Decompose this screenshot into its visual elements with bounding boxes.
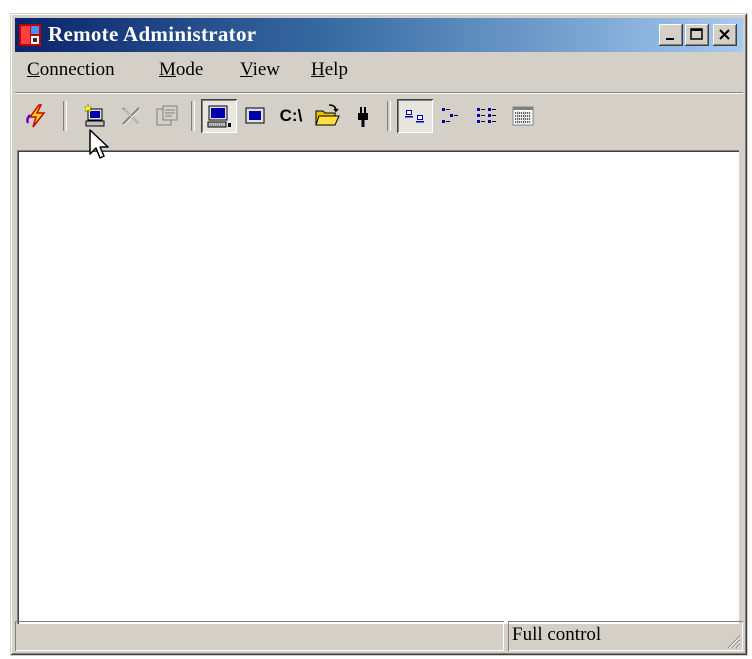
toolbar-separator (387, 101, 391, 131)
app-icon (19, 24, 41, 46)
small-icons-view-button[interactable] (433, 99, 469, 133)
view-only-icon (245, 107, 265, 124)
list-view-icon (477, 108, 496, 123)
delete-button[interactable] (113, 99, 149, 133)
status-bar-mode: Full control (508, 621, 743, 651)
add-connection-button[interactable] (77, 99, 113, 133)
properties-button[interactable] (149, 99, 185, 133)
connect-icon (26, 104, 46, 128)
menu-connection[interactable]: Connection (27, 59, 115, 81)
view-only-button[interactable] (237, 99, 273, 133)
resize-grip-icon[interactable] (725, 633, 741, 649)
minimize-button[interactable] (659, 24, 683, 46)
app-window: Remote Administrator Connection Mode Vie… (10, 13, 748, 656)
add-connection-icon (83, 103, 105, 127)
title-bar[interactable]: Remote Administrator (15, 18, 743, 52)
shutdown-button[interactable] (345, 99, 381, 133)
full-control-button[interactable] (201, 99, 237, 133)
list-view-button[interactable] (469, 99, 505, 133)
file-transfer-icon (315, 104, 340, 126)
delete-icon (122, 107, 141, 126)
toolbar: C:\ (15, 92, 743, 137)
window-title: Remote Administrator (48, 22, 257, 46)
close-button[interactable] (713, 24, 737, 46)
file-transfer-button[interactable] (309, 99, 345, 133)
connect-button[interactable] (19, 99, 55, 133)
toolbar-separator (63, 101, 67, 131)
menu-help[interactable]: Help (311, 59, 348, 81)
minimize-icon (666, 38, 674, 40)
shutdown-icon (358, 107, 368, 127)
menu-bar: Connection Mode View Help (15, 56, 743, 84)
small-icons-view-icon (442, 108, 458, 123)
details-view-icon (512, 106, 534, 126)
menu-view[interactable]: View (240, 59, 280, 81)
telnet-icon: C:\ (279, 106, 303, 125)
large-icons-view-button[interactable] (397, 99, 433, 133)
toolbar-separator (191, 101, 195, 131)
status-mode-label: Full control (512, 624, 602, 645)
details-view-button[interactable] (505, 99, 541, 133)
large-icons-view-icon (405, 110, 424, 123)
close-icon (719, 29, 730, 40)
maximize-icon (690, 28, 703, 40)
properties-icon (156, 105, 178, 126)
full-control-icon (207, 105, 231, 128)
telnet-button[interactable]: C:\ (273, 99, 309, 133)
menu-mode[interactable]: Mode (159, 59, 203, 81)
maximize-button[interactable] (685, 24, 709, 46)
status-bar-left (15, 621, 504, 651)
connections-list-area[interactable] (17, 150, 739, 624)
